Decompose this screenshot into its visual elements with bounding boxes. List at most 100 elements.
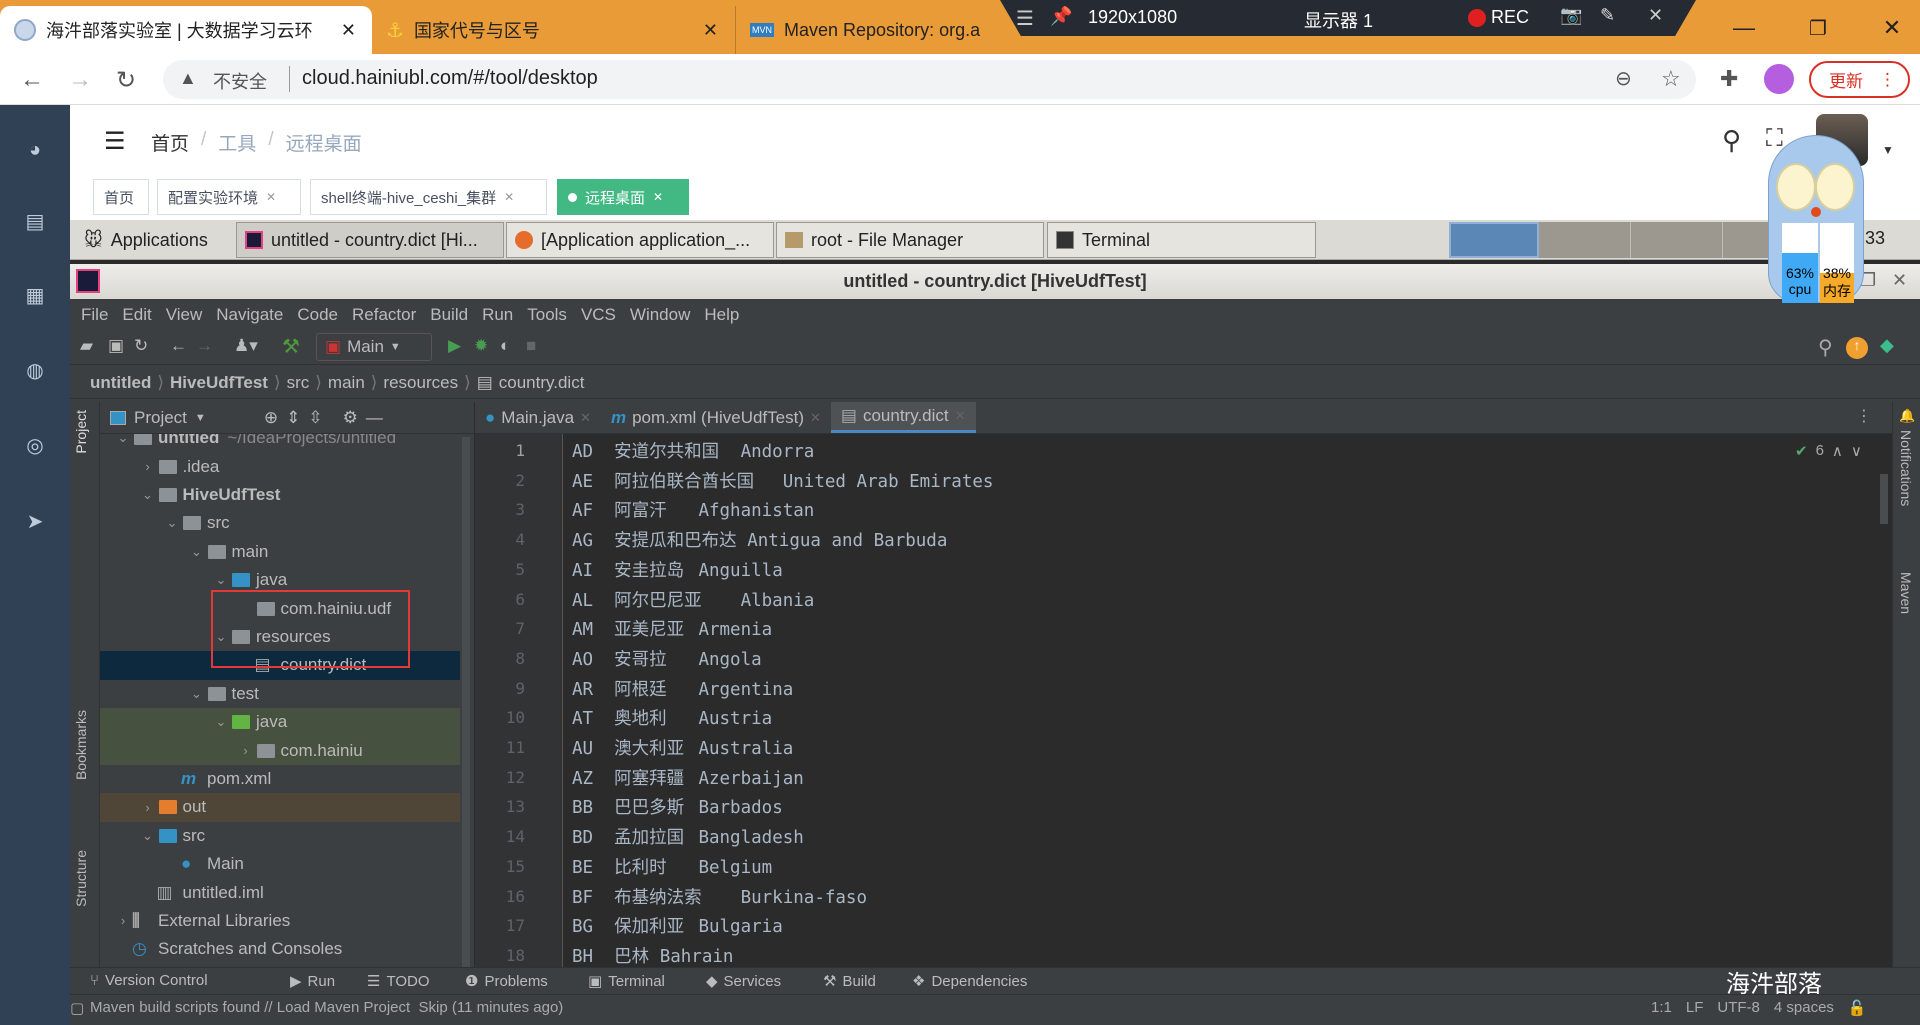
tree-item[interactable]: m pom.xml (100, 765, 460, 793)
bell-icon[interactable]: 🔔 (1899, 408, 1915, 424)
tool-terminal[interactable]: ▣ Terminal (588, 972, 665, 990)
menu-fold-icon[interactable]: ☰ (104, 127, 126, 156)
tag-1[interactable]: 配置实验环境 ✕ (157, 179, 301, 215)
close-tab-icon[interactable]: ✕ (955, 408, 966, 424)
restore-icon[interactable]: ❐ (1800, 10, 1836, 46)
nav-item[interactable]: country.dict (499, 373, 585, 393)
tree-item[interactable]: › .idea (100, 452, 460, 480)
close-tag-icon[interactable]: ✕ (653, 190, 663, 204)
indent-setting[interactable]: 4 spaces (1774, 999, 1834, 1017)
code-line[interactable]: AG 安提瓜和巴布达 Antigua and Barbuda (572, 527, 947, 552)
minimize-icon[interactable]: — (1726, 10, 1762, 46)
tool-window-project[interactable]: Project (73, 410, 89, 454)
code-line[interactable]: AZ 阿塞拜疆 Azerbaijan (572, 765, 804, 790)
open-icon[interactable]: ▰ (80, 336, 93, 356)
lock-icon[interactable]: 🔓 (1848, 999, 1867, 1017)
build-hammer-icon[interactable]: ⚒ (282, 334, 300, 359)
code-line[interactable]: BF 布基纳法索 Burkina-faso (572, 884, 867, 909)
nav-item[interactable]: src (287, 373, 310, 393)
menu-icon[interactable]: ☰ (1016, 6, 1034, 31)
zoom-icon[interactable]: ⊖ (1615, 66, 1632, 91)
run-config-select[interactable]: ▣ Main ▼ (316, 333, 432, 361)
editor-tab[interactable]: ▤ country.dict ✕ (830, 402, 976, 433)
close-tag-icon[interactable]: ✕ (504, 190, 514, 204)
tool-version-control[interactable]: ⑂ Version Control (90, 972, 208, 989)
star-icon[interactable]: ☆ (1661, 66, 1681, 92)
tree-item[interactable]: › com.hainiu (100, 736, 460, 765)
display-label[interactable]: 显示器 1 (1304, 7, 1373, 33)
tree-item[interactable]: › out (100, 793, 460, 822)
menu-build[interactable]: Build (430, 305, 468, 325)
tool-window-maven[interactable]: Maven (1898, 572, 1914, 614)
tag-0[interactable]: 首页 (93, 179, 149, 215)
breadcrumb-home[interactable]: 首页 (151, 129, 189, 156)
debug-icon[interactable]: ✹ (474, 336, 488, 356)
code-line[interactable]: AU 澳大利亚 Australia (572, 735, 793, 760)
collapse-all-icon[interactable]: ⇳ (308, 408, 322, 428)
system-monitor-widget[interactable]: 63% cpu 38% 内存 (1760, 135, 1873, 305)
tree-item[interactable]: ⌄ HiveUdfTest (100, 481, 460, 509)
tree-item[interactable]: ⌄ src (100, 822, 460, 850)
workspace-3[interactable] (1631, 222, 1723, 258)
chevron-right-icon[interactable]: › (237, 743, 255, 758)
chevron-right-icon[interactable]: › (139, 459, 157, 474)
forward-icon[interactable]: → (68, 66, 92, 94)
code-line[interactable]: BG 保加利亚 Bulgaria (572, 913, 783, 938)
tree-scrollbar[interactable] (462, 437, 470, 967)
project-view-select[interactable]: Project (134, 408, 187, 428)
address-bar[interactable]: ▲ 不安全 cloud.hainiubl.com/#/tool/desktop … (163, 60, 1696, 99)
code-line[interactable]: AI 安圭拉岛 Anguilla (572, 557, 783, 582)
chevron-down-icon[interactable]: ⌄ (212, 714, 230, 730)
close-icon[interactable]: ✕ (1648, 5, 1663, 26)
code-line[interactable]: AT 奥地利 Austria (572, 705, 772, 730)
breadcrumb-tools[interactable]: 工具 (218, 129, 256, 156)
chevron-down-icon[interactable]: ⌄ (139, 487, 157, 503)
tree-item[interactable]: › ⫼ External Libraries (100, 907, 460, 935)
editor-tab[interactable]: m pom.xml (HiveUdfTest) ✕ (601, 402, 831, 433)
inspection-widget[interactable]: ✔ 6 ∧ ∨ (1795, 442, 1862, 460)
close-tab-icon[interactable]: ✕ (580, 410, 591, 426)
close-tab-icon[interactable]: ✕ (703, 20, 718, 41)
editor-scrollbar[interactable] (1880, 474, 1888, 524)
security-label[interactable]: 不安全 (213, 68, 267, 94)
tree-item[interactable]: ● Main (100, 850, 460, 878)
browser-tab[interactable]: MVN Maven Repository: org.a (735, 6, 1035, 54)
menu-edit[interactable]: Edit (122, 305, 151, 325)
support-icon[interactable]: ◎ (0, 425, 70, 465)
applications-menu[interactable]: 🐭 Applications (76, 222, 233, 258)
code-line[interactable]: AF 阿富汗 Afghanistan (572, 497, 814, 522)
tool-dependencies[interactable]: ❖ Dependencies (912, 972, 1027, 990)
menu-window[interactable]: Window (630, 305, 690, 325)
workspace-1[interactable] (1449, 222, 1539, 258)
locate-icon[interactable]: ⊕ (264, 408, 278, 428)
tree-item[interactable]: ◷ Scratches and Consoles (100, 935, 460, 963)
caret-position[interactable]: 1:1 (1651, 999, 1672, 1017)
prev-icon[interactable]: ∧ (1832, 442, 1843, 460)
tool-window-notifications[interactable]: Notifications (1898, 430, 1914, 506)
taskbar-window-intellij[interactable]: untitled - country.dict [Hi... (236, 222, 504, 258)
tree-item[interactable]: ⌄ src (100, 509, 460, 537)
url-text[interactable]: cloud.hainiubl.com/#/tool/desktop (302, 67, 598, 90)
tool-run[interactable]: ▶ Run (290, 972, 335, 990)
menu-file[interactable]: File (81, 305, 108, 325)
camera-icon[interactable]: 📷 (1560, 5, 1582, 26)
code-line[interactable]: AD 安道尔共和国 Andorra (572, 438, 814, 463)
send-icon[interactable]: ➤ (0, 501, 70, 541)
menu-code[interactable]: Code (297, 305, 338, 325)
nav-item[interactable]: HiveUdfTest (170, 373, 268, 393)
chevron-right-icon[interactable]: › (139, 800, 157, 815)
nav-item[interactable]: untitled (90, 373, 151, 393)
run-icon[interactable]: ▶ (448, 336, 461, 356)
nav-item[interactable]: resources (383, 373, 458, 393)
code-line[interactable]: BH 巴林 Bahrain (572, 943, 733, 967)
taskbar-window-firefox[interactable]: [Application application_... (506, 222, 774, 258)
profile-avatar[interactable] (1764, 64, 1794, 94)
search-everywhere-icon[interactable]: ⚲ (1818, 335, 1833, 360)
close-tab-icon[interactable]: ✕ (341, 20, 356, 41)
save-icon[interactable]: ▣ (108, 336, 124, 356)
code-editor[interactable]: 1 2 3 4 5 6 7 8 9 10 11 12 13 14 15 16 17 18 AD 安道尔共和国 An… (475, 434, 1892, 967)
chevron-down-icon[interactable]: ▼ (195, 412, 206, 424)
user-icon[interactable]: ♟▾ (234, 336, 258, 356)
tool-build[interactable]: ⚒ Build (823, 972, 876, 990)
code-line[interactable]: AO 安哥拉 Angola (572, 646, 762, 671)
